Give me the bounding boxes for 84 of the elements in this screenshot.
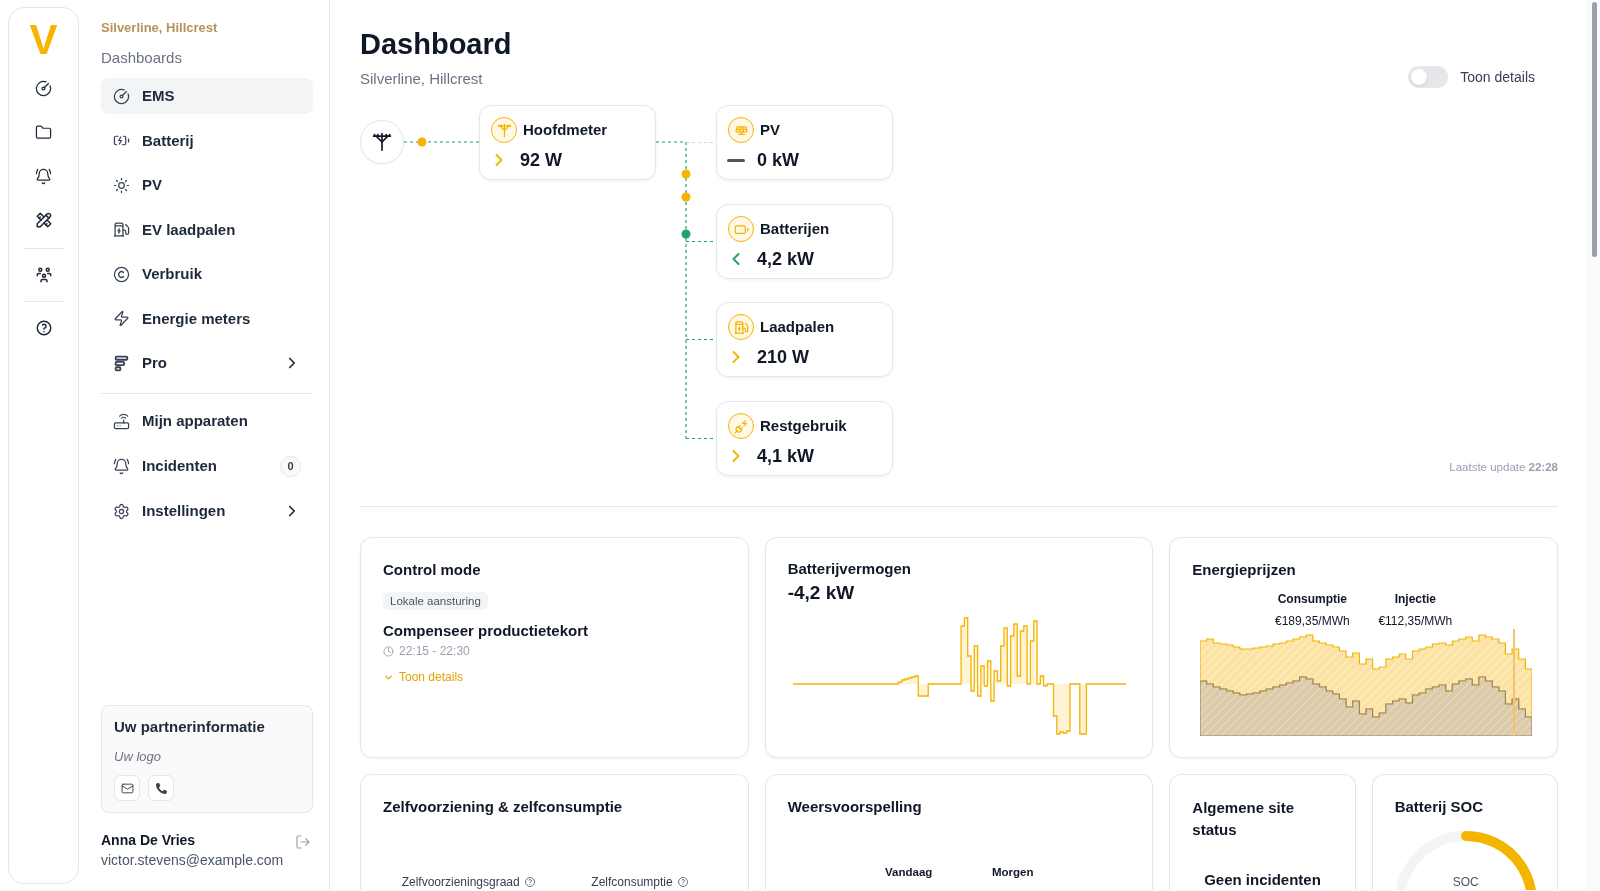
users-icon[interactable] bbox=[34, 266, 53, 284]
sidebar-item[interactable]: Verbruik bbox=[101, 256, 313, 292]
phone-button[interactable] bbox=[148, 775, 174, 801]
status-text: Geen incidenten bbox=[1204, 871, 1321, 889]
power-value: -4,2 kW bbox=[787, 581, 855, 605]
utility-pole-icon bbox=[491, 117, 517, 143]
metric-label: Zelfvoorzieningsgraad bbox=[401, 874, 520, 890]
node-title: Restgebruik bbox=[760, 416, 847, 436]
mode-tag: Lokale aansturing bbox=[383, 592, 488, 610]
node-title: Hoofdmeter bbox=[523, 120, 608, 140]
count-badge: 0 bbox=[280, 455, 301, 477]
sidebar-item[interactable]: Pro bbox=[101, 345, 313, 381]
help-icon[interactable] bbox=[34, 319, 53, 337]
partner-title: Uw partnerinformatie bbox=[114, 717, 265, 737]
card-title: Algemene site status bbox=[1192, 798, 1296, 840]
page-subtitle: Silverline, Hillcrest bbox=[360, 69, 483, 89]
switch-label: Toon details bbox=[1460, 68, 1535, 87]
flow-dot bbox=[417, 137, 427, 147]
card-title: Weersvoorspelling bbox=[787, 797, 922, 817]
card-title: Batterijvermogen bbox=[787, 559, 912, 579]
site-name: Silverline, Hillcrest bbox=[101, 20, 218, 36]
sidebar-item[interactable]: Batterij bbox=[101, 122, 313, 159]
mode-name: Compenseer productietekort bbox=[383, 621, 589, 641]
tools-icon[interactable] bbox=[34, 211, 53, 229]
legend-label: Injectie bbox=[1394, 591, 1436, 607]
node-value: 4,2 kW bbox=[757, 248, 815, 270]
flow-dot bbox=[681, 192, 691, 202]
copyright-icon bbox=[113, 265, 130, 283]
gauge-icon bbox=[113, 87, 130, 105]
forecast-day-label: Vandaag bbox=[885, 865, 933, 879]
sun-icon bbox=[113, 176, 130, 194]
node-value: 92 W bbox=[520, 149, 562, 171]
legend-label: Consumptie bbox=[1277, 591, 1347, 607]
mail-icon bbox=[120, 781, 134, 795]
user-name: Anna De Vries bbox=[101, 831, 196, 849]
section-heading: Dashboards bbox=[101, 48, 182, 68]
node-title: Laadpalen bbox=[760, 317, 835, 337]
bell-icon[interactable] bbox=[35, 167, 52, 185]
price-value: €189,35/MWh bbox=[1274, 613, 1350, 629]
sidebar-item[interactable]: Incidenten 0 bbox=[101, 448, 313, 484]
solar-panel-icon bbox=[728, 117, 754, 143]
sidebar-item[interactable]: EMS bbox=[101, 78, 313, 114]
sidebar-item[interactable]: Mijn apparaten bbox=[101, 403, 313, 439]
sidebar-item[interactable]: PV bbox=[101, 167, 313, 203]
bell-icon bbox=[113, 457, 130, 475]
stacked-bars-icon bbox=[113, 354, 130, 372]
sidebar-item[interactable]: Energie meters bbox=[101, 300, 313, 337]
sidebar-item[interactable]: Instellingen bbox=[101, 493, 313, 529]
router-icon bbox=[113, 412, 130, 430]
flow-dot bbox=[681, 229, 691, 239]
settings-icon bbox=[113, 502, 130, 520]
battery-icon bbox=[728, 216, 754, 242]
user-email: victor.stevens@example.com bbox=[101, 851, 284, 869]
page-title: Dashboard bbox=[360, 27, 512, 62]
mode-time: 22:15 - 22:30 bbox=[399, 643, 470, 659]
utility-pole-icon bbox=[372, 132, 392, 152]
card-title: Zelfvoorziening & zelfconsumptie bbox=[383, 797, 623, 817]
email-button[interactable] bbox=[114, 775, 140, 801]
card-title: Energieprijzen bbox=[1192, 560, 1296, 580]
clock-icon bbox=[383, 645, 394, 657]
card-title: Control mode bbox=[383, 560, 481, 580]
scrollbar-thumb[interactable] bbox=[1592, 2, 1597, 257]
gauge-icon[interactable] bbox=[35, 79, 52, 97]
phone-icon bbox=[155, 782, 167, 794]
flow-dot bbox=[681, 169, 691, 179]
folder-icon[interactable] bbox=[35, 123, 52, 141]
price-value: €112,35/MWh bbox=[1378, 613, 1453, 629]
node-value: 210 W bbox=[757, 346, 810, 368]
sidebar-item[interactable]: EV laadpalen bbox=[101, 211, 313, 248]
gauge-label: SOC bbox=[1452, 874, 1479, 890]
forecast-day-label: Morgen bbox=[991, 865, 1034, 879]
node-title: PV bbox=[760, 120, 780, 140]
node-value: 0 kW bbox=[757, 149, 799, 171]
card-title: Batterij SOC bbox=[1394, 797, 1483, 817]
node-title: Batterijen bbox=[760, 219, 830, 239]
plug-icon bbox=[728, 413, 754, 439]
ev-charger-icon bbox=[113, 221, 130, 238]
logo-caption: Uw logo bbox=[114, 748, 161, 766]
last-update-text: Laatste update 22:28 bbox=[1449, 460, 1558, 475]
details-switch[interactable] bbox=[1408, 66, 1449, 88]
metric-label: Zelfconsumptie bbox=[591, 874, 673, 890]
node-value: 4,1 kW bbox=[757, 445, 815, 467]
ev-charger-icon bbox=[728, 314, 754, 340]
lightning-icon bbox=[113, 310, 130, 327]
